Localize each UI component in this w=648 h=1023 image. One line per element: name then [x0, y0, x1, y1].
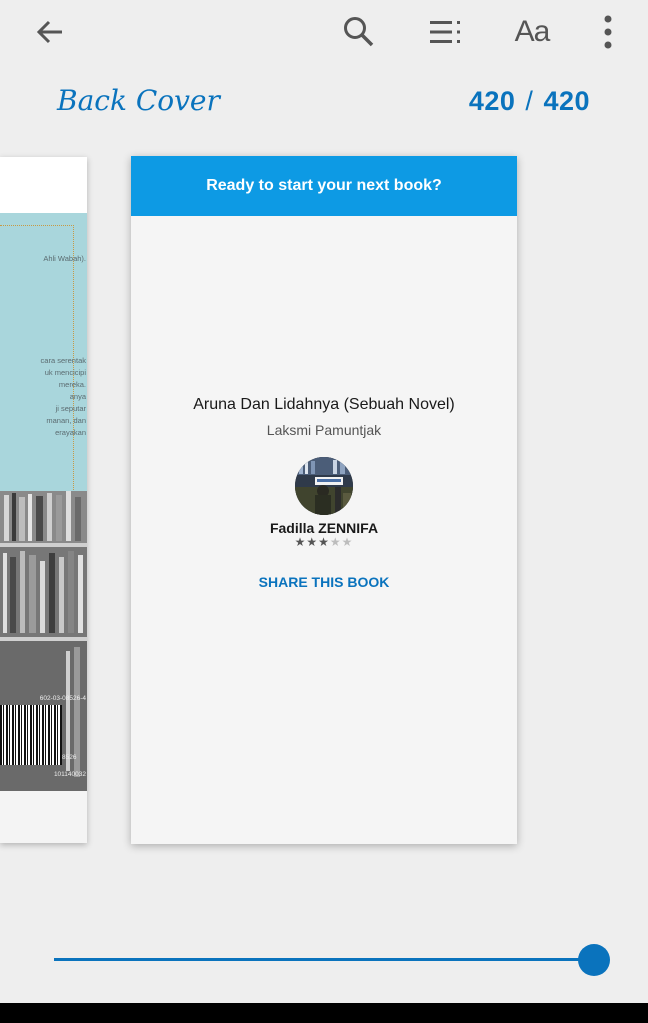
isbn-top-text: 602-03-08526-4: [39, 695, 86, 702]
avatar-photo: [295, 457, 353, 515]
top-toolbar: Aa: [0, 0, 648, 64]
text-settings-label: Aa: [514, 15, 551, 48]
text-settings-button[interactable]: Aa: [508, 8, 556, 56]
star-empty-icon: ★: [329, 535, 342, 549]
system-navigation-bar: [0, 1003, 648, 1023]
star-filled-icon: ★: [318, 535, 330, 549]
end-of-book-page: Ready to start your next book? Aruna Dan…: [131, 156, 517, 844]
page-separator: /: [525, 86, 534, 116]
back-cover-text-top: Ahli Wabah).: [43, 254, 86, 263]
reviewer-avatar[interactable]: [295, 457, 353, 515]
book-author[interactable]: Laksmi Pamuntjak: [131, 422, 517, 438]
slider-track[interactable]: [54, 958, 594, 961]
slider-thumb[interactable]: [578, 944, 610, 976]
star-filled-icon: ★: [294, 535, 307, 549]
barcode-image: [0, 705, 62, 765]
table-of-contents-icon: [430, 21, 460, 43]
reviewer-name[interactable]: Fadilla ZENNIFA: [131, 520, 517, 536]
page-counter: 420 / 420: [469, 86, 590, 117]
book-title[interactable]: Aruna Dan Lidahnya (Sebuah Novel): [131, 396, 517, 414]
search-button[interactable]: [335, 8, 383, 56]
share-book-link[interactable]: SHARE THIS BOOK: [131, 574, 517, 590]
arrow-left-icon: [36, 20, 62, 44]
total-pages-number: 420: [543, 86, 590, 116]
back-cover-footer: [0, 791, 87, 843]
rating-stars: ★★★★★: [131, 535, 517, 549]
previous-page-back-cover[interactable]: Ahli Wabah). cara serentak uk mencicipi …: [0, 157, 87, 843]
next-book-banner: Ready to start your next book?: [131, 156, 517, 216]
more-vertical-icon: [604, 15, 612, 49]
section-title: Back Cover: [57, 84, 220, 117]
barcode-digits: 8526: [62, 754, 77, 761]
current-page-number: 420: [468, 86, 516, 116]
page-progress-slider[interactable]: [54, 944, 610, 976]
back-button[interactable]: [26, 8, 74, 56]
search-icon: [344, 17, 374, 47]
isbn-bottom-text: 101140032: [53, 771, 86, 778]
table-of-contents-button[interactable]: [422, 8, 470, 56]
star-empty-icon: ★: [341, 535, 354, 549]
back-cover-text-mid: cara serentak uk mencicipi mereka. anya …: [40, 356, 86, 437]
more-options-button[interactable]: [584, 8, 632, 56]
star-filled-icon: ★: [306, 535, 319, 549]
back-cover-teal-panel: Ahli Wabah). cara serentak uk mencicipi …: [0, 213, 87, 826]
